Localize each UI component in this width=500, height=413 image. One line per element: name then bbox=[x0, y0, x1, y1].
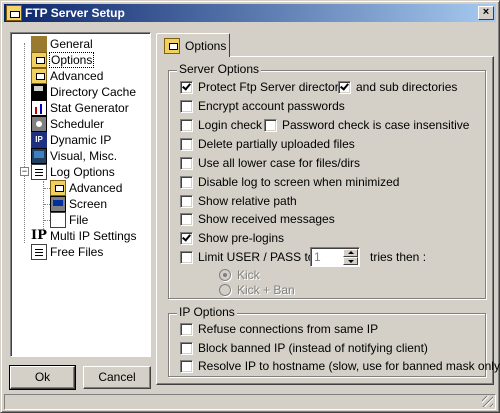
tree-item-label: File bbox=[69, 213, 89, 227]
checkbox-box bbox=[180, 360, 193, 373]
document-icon bbox=[31, 164, 47, 180]
stat-chart-icon bbox=[31, 100, 47, 116]
checkbox-box bbox=[180, 138, 193, 151]
checkbox-box bbox=[180, 342, 193, 355]
tree-item-label: Screen bbox=[69, 197, 108, 211]
checkbox-box bbox=[180, 195, 193, 208]
checkbox-box bbox=[180, 323, 193, 336]
checkbox-label: Show pre-logins bbox=[198, 231, 285, 245]
options-icon bbox=[31, 52, 47, 68]
window-title: FTP Server Setup bbox=[25, 6, 125, 20]
tries-value: 1 bbox=[314, 250, 321, 264]
resize-grip-icon[interactable] bbox=[482, 396, 493, 407]
checkbox-label: Password check is case insensitive bbox=[282, 118, 470, 132]
checkbox-box bbox=[180, 251, 193, 264]
tree-item-label: Advanced bbox=[69, 181, 123, 195]
collapse-log-options-button[interactable]: − bbox=[20, 167, 29, 176]
cancel-button[interactable]: Cancel bbox=[83, 366, 151, 389]
checkbox-label: Limit USER / PASS to bbox=[198, 250, 315, 264]
advanced-icon bbox=[31, 68, 47, 84]
ok-button[interactable]: Ok bbox=[9, 365, 76, 390]
checkbox-box bbox=[180, 213, 193, 226]
tab-options[interactable]: Options bbox=[156, 33, 230, 57]
tree-item-label: General bbox=[50, 37, 93, 51]
checkbox-label: Disable log to screen when minimized bbox=[198, 175, 400, 189]
tab-joint bbox=[157, 55, 229, 58]
checkbox-label: Resolve IP to hostname (slow, use for ba… bbox=[198, 359, 500, 373]
tree-item-label: Dynamic IP bbox=[50, 133, 112, 147]
tree-item-label: Visual, Misc. bbox=[50, 149, 118, 163]
checkbox-box bbox=[338, 81, 351, 94]
arrow-up-icon bbox=[348, 251, 354, 254]
tree-item-label: Directory Cache bbox=[50, 85, 137, 99]
radio-label: Kick + Ban bbox=[237, 283, 295, 297]
app-icon bbox=[6, 5, 22, 21]
options-tab-icon bbox=[164, 38, 180, 54]
checkbox-label: Show received messages bbox=[198, 212, 335, 226]
checkbox-label: and sub directories bbox=[356, 80, 458, 94]
screen-icon bbox=[50, 196, 66, 212]
radio-dot-icon bbox=[223, 273, 227, 277]
checkbox-label: Protect Ftp Server directory bbox=[198, 80, 345, 94]
status-bar bbox=[4, 394, 496, 410]
checkbox-box bbox=[180, 176, 193, 189]
log-advanced-icon bbox=[50, 180, 66, 196]
spin-down-button[interactable] bbox=[343, 257, 358, 265]
spin-up-button[interactable] bbox=[343, 249, 358, 257]
settings-tree[interactable]: General Options Advanced Directory Cache… bbox=[10, 32, 151, 357]
checkbox-box bbox=[180, 119, 193, 132]
checkbox-label: Use all lower case for files/dirs bbox=[198, 156, 361, 170]
checkbox-label: Login check bbox=[198, 118, 263, 132]
ok-label: Ok bbox=[34, 370, 51, 384]
arrow-down-icon bbox=[348, 260, 354, 263]
ip-icon: IP bbox=[31, 132, 47, 148]
checkbox-label: Refuse connections from same IP bbox=[198, 322, 379, 336]
check-mark-icon bbox=[182, 81, 191, 91]
checkbox-box bbox=[264, 119, 277, 132]
checkbox-box bbox=[180, 81, 193, 94]
checkbox-label: Show relative path bbox=[198, 194, 297, 208]
checkbox-box bbox=[180, 157, 193, 170]
diskette-icon bbox=[31, 84, 47, 100]
tree-item-label: Log Options bbox=[50, 165, 115, 179]
tree-line bbox=[24, 43, 25, 243]
checkbox-label: Encrypt account passwords bbox=[198, 99, 345, 113]
tree-item-label: Multi IP Settings bbox=[50, 229, 137, 243]
server-options-title: Server Options bbox=[177, 62, 262, 76]
checkbox-box bbox=[180, 232, 193, 245]
checkbox-label: Block banned IP (instead of notifying cl… bbox=[198, 341, 428, 355]
tree-item-label: Stat Generator bbox=[50, 101, 129, 115]
tree-item-label: Free Files bbox=[50, 245, 104, 259]
general-icon bbox=[31, 36, 47, 52]
radio-circle bbox=[219, 284, 231, 296]
check-mark-icon bbox=[340, 81, 349, 91]
tree-item-label: Advanced bbox=[50, 69, 104, 83]
file-icon bbox=[50, 212, 66, 228]
cancel-label: Cancel bbox=[98, 370, 136, 384]
ftp-setup-window: FTP Server Setup × General Options Advan… bbox=[0, 0, 500, 413]
tree-item-label: Options bbox=[49, 52, 95, 68]
check-mark-icon bbox=[182, 232, 191, 242]
multi-ip-icon: IP bbox=[31, 228, 47, 243]
title-bar[interactable]: FTP Server Setup × bbox=[4, 4, 496, 22]
monitor-icon bbox=[31, 148, 47, 164]
checkbox-box bbox=[180, 100, 193, 113]
close-button[interactable]: × bbox=[478, 6, 494, 20]
scheduler-icon bbox=[31, 116, 47, 132]
tries-spinner[interactable]: 1 bbox=[310, 247, 360, 267]
tree-item-label: Scheduler bbox=[50, 117, 105, 131]
radio-label: Kick bbox=[237, 268, 260, 282]
radio-circle bbox=[219, 269, 231, 281]
checkbox-label: Delete partially uploaded files bbox=[198, 137, 355, 151]
ip-options-title: IP Options bbox=[177, 305, 237, 319]
tries-then-label: tries then : bbox=[370, 250, 427, 264]
tab-label: Options bbox=[185, 39, 227, 53]
files-icon bbox=[31, 244, 47, 260]
